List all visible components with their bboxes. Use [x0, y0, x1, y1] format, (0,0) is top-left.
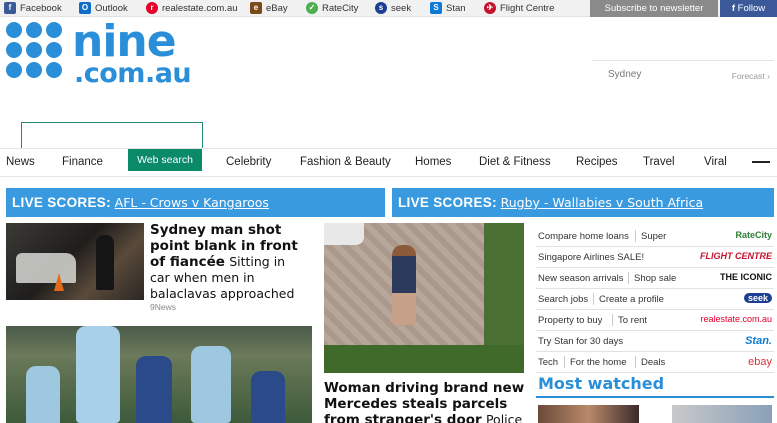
video-thumbnail[interactable] — [672, 405, 772, 423]
nav-travel[interactable]: Travel — [643, 156, 675, 168]
live-score-link[interactable]: Rugby - Wallabies v South Africa — [501, 195, 704, 210]
forecast-link[interactable]: Forecast › — [732, 71, 770, 81]
ratecity-logo[interactable]: RateCity — [735, 230, 772, 240]
story-source: 9News — [150, 302, 176, 312]
live-scores-rugby[interactable]: LIVE SCORES: Rugby - Wallabies v South A… — [392, 188, 774, 217]
realestate-icon: r — [146, 2, 158, 14]
facebook-link[interactable]: f Facebook — [4, 2, 62, 14]
partner-row-ebay: Tech For the home Deals ebay — [536, 352, 774, 373]
realestate-logo[interactable]: realestate.com.au — [700, 314, 772, 324]
nav-diet-fitness[interactable]: Diet & Fitness — [479, 156, 551, 168]
story-image[interactable] — [6, 223, 144, 300]
facebook-icon: f — [731, 3, 736, 14]
facebook-follow-button[interactable]: f Follow — [720, 0, 777, 17]
story-headline[interactable]: Woman driving brand new Mercedes steals … — [324, 380, 528, 423]
weather-widget: Sydney Forecast › — [592, 60, 774, 90]
nav-celebrity[interactable]: Celebrity — [226, 156, 271, 168]
flight-centre-logo[interactable]: FLIGHT CENTRE — [700, 251, 772, 261]
ratecity-link[interactable]: ✓ RateCity — [306, 2, 358, 14]
logo-domain: .com.au — [74, 58, 192, 89]
partner-row-flight-centre: Singapore Airlines SALE! FLIGHT CENTRE — [536, 247, 774, 268]
divider — [536, 396, 774, 398]
divider — [0, 148, 777, 149]
chevron-right-icon: › — [767, 71, 770, 81]
video-thumbnail[interactable] — [538, 405, 639, 423]
story-headline[interactable]: Sydney man shot point blank in front of … — [150, 222, 306, 302]
nav-fashion-beauty[interactable]: Fashion & Beauty — [300, 156, 391, 168]
top-bar: f Facebook O Outlook r realestate.com.au… — [0, 0, 777, 17]
realestate-link[interactable]: r realestate.com.au — [146, 2, 238, 14]
seek-icon: s — [375, 2, 387, 14]
nine-dots-icon — [6, 22, 66, 82]
sports-image[interactable] — [6, 326, 312, 423]
the-iconic-logo[interactable]: THE ICONIC — [720, 272, 772, 282]
partner-row-the-iconic: New season arrivals Shop sale THE ICONIC — [536, 268, 774, 289]
search-input[interactable] — [21, 122, 203, 149]
outlook-link[interactable]: O Outlook — [79, 2, 128, 14]
partner-row-ratecity: Compare home loans Super RateCity — [536, 226, 774, 247]
web-search-button[interactable]: Web search — [128, 149, 202, 171]
partner-row-seek: Search jobs Create a profile seek — [536, 289, 774, 310]
live-score-link[interactable]: AFL - Crows v Kangaroos — [115, 195, 269, 210]
nav-recipes[interactable]: Recipes — [576, 156, 618, 168]
facebook-icon: f — [4, 2, 16, 14]
ratecity-icon: ✓ — [306, 2, 318, 14]
ebay-link[interactable]: e eBay — [250, 2, 288, 14]
flight-centre-link[interactable]: ✈ Flight Centre — [484, 2, 554, 14]
nav-news[interactable]: News — [6, 156, 35, 168]
seek-logo[interactable]: seek — [743, 293, 772, 303]
divider — [0, 176, 777, 177]
stan-icon: S — [430, 2, 442, 14]
ebay-icon: e — [250, 2, 262, 14]
nav-finance[interactable]: Finance — [62, 156, 103, 168]
seek-link[interactable]: s seek — [375, 2, 411, 14]
outlook-icon: O — [79, 2, 91, 14]
most-watched-heading: Most watched — [538, 374, 665, 393]
story-image[interactable] — [324, 223, 524, 373]
flight-centre-icon: ✈ — [484, 2, 496, 14]
partner-links: Compare home loans Super RateCity Singap… — [536, 226, 774, 373]
stan-logo[interactable]: Stan. — [745, 335, 772, 347]
subscribe-newsletter-button[interactable]: Subscribe to newsletter — [590, 0, 718, 17]
live-scores-afl[interactable]: LIVE SCORES: AFL - Crows v Kangaroos — [6, 188, 385, 217]
partner-row-realestate: Property to buy To rent realestate.com.a… — [536, 310, 774, 331]
nine-logo[interactable]: nine .com.au — [6, 16, 206, 89]
nav-homes[interactable]: Homes — [415, 156, 451, 168]
menu-icon[interactable] — [752, 161, 770, 163]
nav-viral[interactable]: Viral — [704, 156, 727, 168]
weather-city[interactable]: Sydney — [608, 69, 641, 80]
ebay-logo[interactable]: ebay — [748, 356, 772, 368]
stan-link[interactable]: S Stan — [430, 2, 466, 14]
partner-row-stan: Try Stan for 30 days Stan. — [536, 331, 774, 352]
